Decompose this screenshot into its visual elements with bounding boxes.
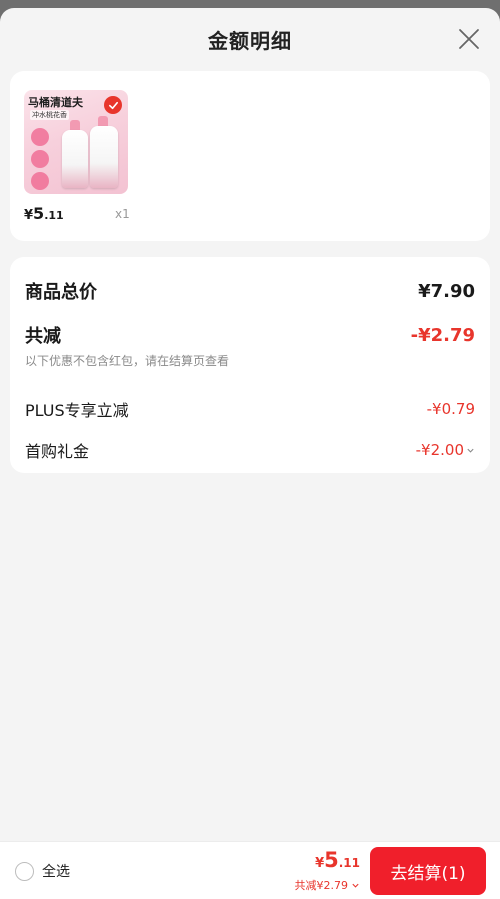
amount-detail-sheet: 金额明细 马桶清道夫 冲水桃花香 ¥5.11 x1 商品总价 ¥7.90 共减 … [0,8,500,899]
reduction-note: 以下优惠不包含红包，请在结算页查看 [25,354,230,368]
product-thumbnail[interactable]: 马桶清道夫 冲水桃花香 [24,90,128,194]
total-value: ¥7.90 [418,280,475,302]
product-card: 马桶清道夫 冲水桃花香 ¥5.11 x1 [10,71,490,241]
thumbnail-decoration [31,150,49,168]
reduction-value: -¥2.79 [410,324,475,346]
bottle-shape [62,130,88,188]
checkout-button[interactable]: 去结算(1) [370,847,486,895]
price-decimal: .11 [44,209,64,222]
sheet-title: 金额明细 [208,28,292,53]
price-decimal: .11 [338,856,360,870]
discount-value-wrap[interactable]: -¥2.00 [416,441,475,459]
select-all-radio[interactable] [15,861,34,881]
price-integer: 5 [324,848,339,872]
saved-amount-toggle[interactable]: 共减¥2.79 [295,877,361,893]
bottle-shape [90,126,118,188]
thumbnail-sub-text: 冲水桃花香 [30,110,69,120]
discount-value: -¥0.79 [426,400,475,418]
sheet-header: 金额明细 [0,8,500,70]
chevron-down-icon[interactable] [466,446,475,455]
total-label: 商品总价 [25,282,97,303]
checkout-total: ¥5.11 共减¥2.79 [295,848,361,893]
saved-amount-text: 共减¥2.79 [294,879,349,892]
reduction-label: 共减 [25,326,61,347]
bottle-cap-shape [98,116,108,126]
checkout-total-price: ¥5.11 [295,848,360,876]
price-currency: ¥ [315,856,325,871]
product-price: ¥5.11 [24,204,64,223]
total-row: 商品总价 ¥7.90 [25,278,475,304]
discount-value: -¥2.00 [415,441,464,459]
bottle-cap-shape [70,120,80,130]
checkout-bar: 全选 ¥5.11 共减¥2.79 去结算(1) [0,841,500,899]
discount-label: PLUS专享立减 [25,401,129,420]
close-icon[interactable] [458,28,480,50]
chevron-down-icon[interactable] [351,881,360,890]
discount-label: 首购礼金 [25,442,90,461]
select-all-toggle[interactable]: 全选 [15,861,70,881]
price-currency: ¥ [24,208,34,223]
discount-row-first-purchase[interactable]: 首购礼金 -¥2.00 [25,438,475,462]
product-quantity: x1 [115,207,130,221]
select-all-label: 全选 [42,864,70,880]
selected-check-icon[interactable] [104,96,122,114]
thumbnail-brand-text: 马桶清道夫 [28,96,83,109]
thumbnail-decoration [31,128,49,146]
discount-row-plus: PLUS专享立减 -¥0.79 [25,397,475,421]
reduction-row: 共减 -¥2.79 [25,322,475,348]
price-integer: 5 [33,204,45,223]
thumbnail-decoration [31,172,49,190]
price-summary-card: 商品总价 ¥7.90 共减 -¥2.79 以下优惠不包含红包，请在结算页查看 P… [10,257,490,473]
